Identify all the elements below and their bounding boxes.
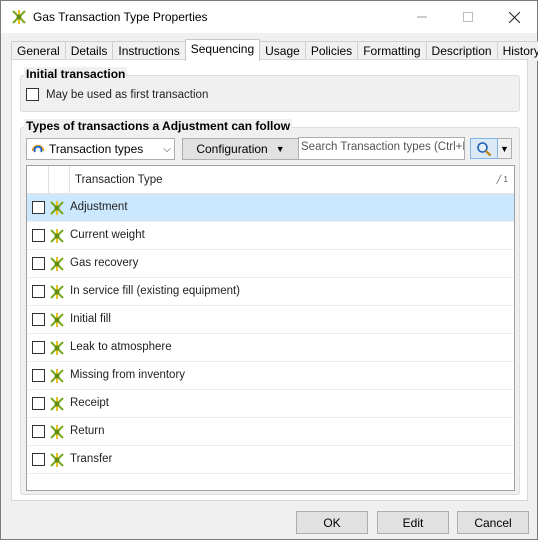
table-row[interactable]: Initial fill [27,306,514,334]
tab-sequencing[interactable]: Sequencing [184,39,261,61]
search-icon [477,141,492,156]
table-row[interactable]: Leak to atmosphere [27,334,514,362]
transaction-type-icon [12,10,26,24]
row-label: Initial fill [70,313,111,325]
chevron-down-icon: ▼ [275,144,285,154]
search-input[interactable]: Search Transaction types (Ctrl+F [298,137,465,160]
configuration-button[interactable]: Configuration ▼ [182,138,299,160]
first-transaction-label: May be used as first transaction [46,88,209,101]
maximize-button[interactable] [445,1,491,33]
row-checkbox[interactable] [32,453,45,466]
first-transaction-checkbox[interactable] [26,88,39,101]
row-checkbox[interactable] [32,341,45,354]
row-label: Leak to atmosphere [70,341,172,353]
tab-description[interactable]: Description [425,41,498,61]
row-checkbox[interactable] [32,369,45,382]
row-label: Current weight [70,229,145,241]
table-row[interactable]: Missing from inventory [27,362,514,390]
sort-indicator: ╱ 1 [496,175,509,184]
transaction-types-grid: Transaction Type ╱ 1 Adjustment Current w… [26,165,515,491]
row-checkbox[interactable] [32,257,45,270]
tab-usage[interactable]: Usage [259,41,306,61]
transaction-type-icon [50,341,64,355]
row-label: Adjustment [70,201,128,213]
transaction-type-icon [50,229,64,243]
transaction-type-icon [50,313,64,327]
tab-formatting[interactable]: Formatting [357,41,427,61]
row-label: Gas recovery [70,257,139,269]
sequencing-panel: Initial transaction May be used as first… [11,59,528,501]
table-row[interactable]: Return [27,418,514,446]
configuration-label: Configuration [196,142,268,156]
row-label: Receipt [70,397,109,409]
transaction-type-icon [50,369,64,383]
initial-transaction-heading: Initial transaction [24,67,128,81]
first-transaction-option[interactable]: May be used as first transaction [26,88,208,101]
title-bar[interactable]: Gas Transaction Type Properties [1,1,537,33]
transaction-types-icon [31,144,45,153]
transaction-type-icon [50,285,64,299]
tab-policies[interactable]: Policies [304,41,359,61]
tab-details[interactable]: Details [64,41,114,61]
row-checkbox[interactable] [32,201,45,214]
row-checkbox[interactable] [32,397,45,410]
transaction-type-icon [50,257,64,271]
table-row[interactable]: Transfer [27,446,514,474]
view-dropdown[interactable]: Transaction types ⌵ [26,138,175,160]
transaction-type-icon [50,425,64,439]
minimize-button[interactable] [399,1,445,33]
row-label: In service fill (existing equipment) [70,285,241,297]
row-label: Return [70,425,105,437]
close-button[interactable] [491,1,537,33]
chevron-down-icon: ⌵ [163,143,171,155]
column-header-transaction-type[interactable]: Transaction Type [75,174,163,186]
maximize-icon [463,12,473,22]
header-icon-column [49,166,70,194]
window-title: Gas Transaction Type Properties [33,10,208,24]
table-row[interactable]: Receipt [27,390,514,418]
table-row[interactable]: Current weight [27,222,514,250]
search-button[interactable] [470,138,498,159]
row-label: Missing from inventory [70,369,186,381]
table-row[interactable]: Gas recovery [27,250,514,278]
tab-general[interactable]: General [11,41,66,61]
edit-button[interactable]: Edit [377,511,449,534]
table-row[interactable]: Adjustment [27,194,514,222]
search-options-button[interactable]: ▼ [498,138,512,159]
close-icon [508,11,520,23]
table-row[interactable]: In service fill (existing equipment) [27,278,514,306]
transaction-type-icon [50,453,64,467]
tab-strip: General Details Instructions Sequencing … [11,39,538,61]
grid-header: Transaction Type ╱ 1 [27,166,514,194]
properties-dialog: Gas Transaction Type Properties General … [0,0,538,540]
tab-instructions[interactable]: Instructions [112,41,186,61]
row-checkbox[interactable] [32,313,45,326]
minimize-icon [417,16,427,18]
transaction-type-icon [50,397,64,411]
cancel-button[interactable]: Cancel [457,511,529,534]
ok-button[interactable]: OK [296,511,368,534]
chevron-down-icon: ▼ [500,143,509,154]
header-check-column [27,166,49,194]
follow-types-heading: Types of transactions a Adjustment can f… [24,119,293,133]
row-checkbox[interactable] [32,425,45,438]
row-checkbox[interactable] [32,285,45,298]
view-dropdown-value: Transaction types [49,142,144,156]
row-checkbox[interactable] [32,229,45,242]
row-label: Transfer [70,453,113,465]
tab-history[interactable]: History [496,41,538,61]
transaction-type-icon [50,201,64,215]
